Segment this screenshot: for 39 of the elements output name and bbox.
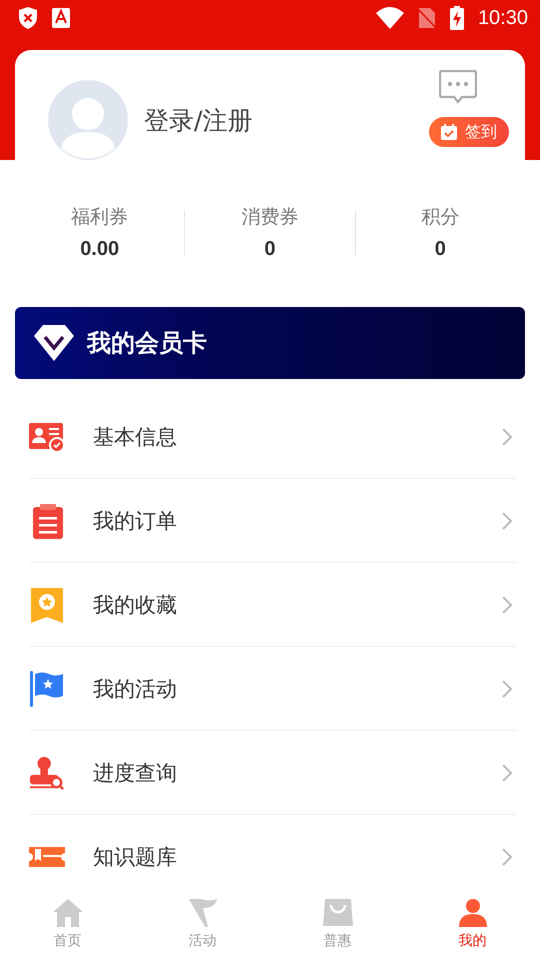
chevron-right-icon <box>501 678 513 698</box>
no-sim-icon <box>418 7 436 29</box>
chevron-right-icon <box>501 846 513 866</box>
diamond-icon <box>33 324 75 362</box>
menu-item-label[interactable]: 基本信息 <box>93 422 501 450</box>
stat-label: 积分 <box>421 205 460 230</box>
wifi-icon <box>376 7 404 29</box>
member-card-title: 我的会员卡 <box>87 328 207 359</box>
chat-bubble-icon[interactable] <box>439 70 477 104</box>
menu-item-label[interactable]: 我的活动 <box>93 674 501 702</box>
flag-icon <box>186 898 218 928</box>
stat-label: 福利券 <box>71 205 128 230</box>
chevron-right-icon <box>501 510 513 530</box>
calendar-check-icon <box>441 124 457 140</box>
flag-icon <box>29 670 65 706</box>
stat-label: 消费券 <box>241 205 298 230</box>
person-icon <box>456 898 488 928</box>
menu-item-label[interactable]: 我的订单 <box>93 506 501 534</box>
stat-value[interactable]: 0 <box>264 238 276 261</box>
stamp-search-icon <box>29 754 65 790</box>
avatar-icon[interactable] <box>48 80 128 160</box>
battery-charging-icon <box>450 6 464 30</box>
menu-item-label[interactable]: 知识题库 <box>93 842 501 870</box>
star-ribbon-icon <box>29 586 65 622</box>
text-icon <box>52 8 70 28</box>
shield-icon <box>18 7 38 29</box>
chevron-right-icon <box>501 594 513 614</box>
stat-value[interactable]: 0.00 <box>80 238 120 261</box>
chevron-right-icon <box>501 426 513 446</box>
nav-tab[interactable]: 我的 <box>405 888 540 960</box>
status-time: 10:30 <box>478 6 528 30</box>
home-icon <box>52 898 84 928</box>
shopping-bag-icon <box>322 898 354 928</box>
stat-value[interactable]: 0 <box>434 238 446 261</box>
menu-item-label[interactable]: 我的收藏 <box>93 590 501 618</box>
menu-item-label[interactable]: 进度查询 <box>93 758 501 786</box>
member-card-banner[interactable]: 我的会员卡 <box>15 307 525 379</box>
login-register-link[interactable]: 登录/注册 <box>144 104 252 136</box>
chevron-right-icon <box>501 762 513 782</box>
